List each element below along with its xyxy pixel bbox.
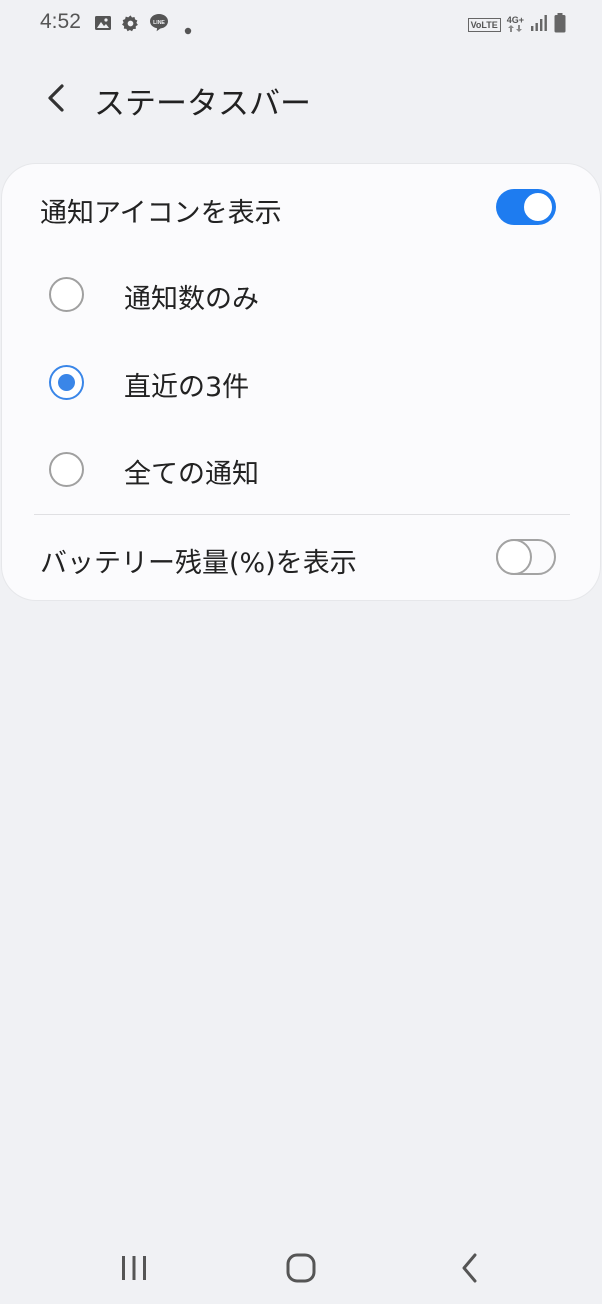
back-button[interactable] [36, 78, 76, 118]
notification-icons-label: 通知アイコンを表示 [40, 198, 282, 229]
page-title: ステータスバー [94, 86, 311, 122]
notification-icons-setting[interactable]: 通知アイコンを表示 [2, 164, 600, 254]
radio-option-label: 全ての通知 [124, 459, 259, 490]
radio-option-count-only[interactable]: 通知数のみ [2, 260, 600, 330]
volte-icon: VoLTE [467, 18, 501, 32]
home-icon [286, 1253, 316, 1283]
network-label: 4G+ [506, 15, 524, 25]
divider [34, 514, 570, 515]
toggle-knob [522, 191, 554, 223]
status-bar: 4:52 LINE VoLTE 4G+ [0, 0, 602, 50]
radio-button[interactable] [49, 452, 84, 487]
chevron-left-icon [48, 84, 64, 112]
radio-option-label: 通知数のみ [124, 284, 259, 315]
svg-text:LINE: LINE [153, 20, 165, 26]
network-4g-icon: 4G+ [507, 16, 524, 34]
status-right-icons: VoLTE 4G+ [467, 13, 566, 37]
status-time: 4:52 [40, 10, 81, 33]
radio-option-all-notifications[interactable]: 全ての通知 [2, 435, 600, 505]
gallery-icon [94, 14, 112, 36]
battery-icon [554, 13, 566, 37]
recent-apps-icon [122, 1256, 146, 1280]
nav-back-button[interactable] [448, 1248, 492, 1288]
recent-apps-button[interactable] [112, 1248, 156, 1288]
notification-icons-toggle[interactable] [496, 189, 556, 225]
battery-percent-toggle[interactable] [496, 539, 556, 575]
battery-percent-setting[interactable]: バッテリー残量(%)を表示 [2, 516, 600, 600]
signal-icon [530, 14, 548, 36]
notification-dot-icon [184, 20, 192, 39]
status-bar-settings-card: 通知アイコンを表示 通知数のみ 直近の3件 全ての通知 バッテリー残量(%)を表… [2, 164, 600, 600]
battery-percent-label: バッテリー残量(%)を表示 [40, 548, 357, 579]
radio-option-label: 直近の3件 [124, 372, 250, 403]
line-app-icon: LINE [148, 12, 170, 38]
navigation-bar [0, 1230, 602, 1304]
radio-button[interactable] [49, 277, 84, 312]
radio-button-selected[interactable] [49, 365, 84, 400]
app-header: ステータスバー [0, 60, 602, 140]
radio-option-recent-three[interactable]: 直近の3件 [2, 348, 600, 418]
home-button[interactable] [279, 1248, 323, 1288]
back-icon [462, 1253, 477, 1283]
settings-gear-icon [121, 14, 140, 37]
toggle-knob [496, 539, 532, 575]
